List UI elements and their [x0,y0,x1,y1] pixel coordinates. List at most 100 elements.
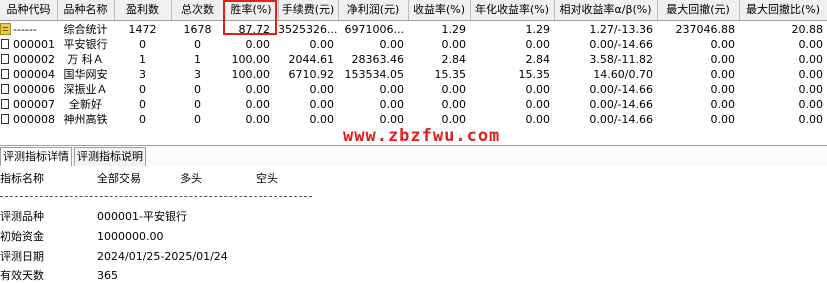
cell-relative: 3.58/-11.82 [589,53,653,66]
cell-win-rate: 0.00 [245,113,271,126]
col-relative-header[interactable]: 相对收益率α/β(%) [554,0,658,20]
tab-metric-explanation[interactable]: 评测指标说明 [74,147,146,166]
cell-relative: 14.60/0.70 [593,68,653,81]
cell-annual: 0.00 [525,113,551,126]
cell-return: 0.00 [441,38,467,51]
cell-return: 0.00 [441,83,467,96]
cell-annual: 0.00 [525,83,551,96]
col-net-header[interactable]: 净利润(元) [338,0,409,20]
cell-net: 0.00 [379,38,405,51]
cell-max-dd: 0.00 [710,38,736,51]
col-code-header[interactable]: 品种代码 [0,0,58,20]
cell-annual: 1.29 [525,23,551,36]
cell-annual: 0.00 [525,38,551,51]
cell-total: 0 [194,98,201,111]
detail-label: 评测品种 [0,210,44,223]
cell-max-dd-pct: 0.00 [798,38,824,51]
tab-metric-details[interactable]: 评测指标详情 [0,147,72,166]
cell-code: 000008 [13,113,55,126]
cell-win-rate: 100.00 [231,68,271,81]
col-return-header[interactable]: 收益率(%) [408,0,471,20]
detail-value: 2024/01/25-2025/01/24 [97,250,228,263]
cell-profit-count: 0 [139,113,146,126]
document-icon [1,99,9,109]
detail-divider [0,196,312,197]
col-fee-header[interactable]: 手续费(元) [278,0,339,20]
table-row[interactable]: 000001 平安银行 0 0 0.00 0.00 0.00 0.00 0.00… [0,37,827,52]
document-icon [1,114,9,124]
col-total-header[interactable]: 总次数 [171,0,225,20]
cell-win-rate: 0.00 [245,83,271,96]
detail-col-short: 空头 [256,172,278,185]
cell-name: 全新好 [69,98,102,111]
cell-fee: 6710.92 [288,68,335,81]
watermark-text: www.zbzfwu.com [343,126,501,146]
cell-max-dd: 0.00 [710,98,736,111]
table-row[interactable]: 000002 万 科Ａ 1 1 100.00 2044.61 28363.46 … [0,52,827,67]
detail-label: 初始资金 [0,230,44,243]
cell-return: 0.00 [441,113,467,126]
detail-label: 有效天数 [0,269,44,282]
cell-net: 0.00 [379,98,405,111]
detail-col-all-trades: 全部交易 [97,172,141,185]
cell-total: 0 [194,38,201,51]
col-annual-header[interactable]: 年化收益率(%) [470,0,555,20]
detail-tab-bar: 评测指标详情 评测指标说明 [0,145,827,166]
cell-code: 000002 [13,53,55,66]
cell-net: 153534.05 [344,68,405,81]
cell-win-rate: 0.00 [245,98,271,111]
cell-annual: 15.35 [518,68,551,81]
detail-value: 365 [97,269,118,282]
cell-fee: 0.00 [309,113,335,126]
table-row[interactable]: 000006 深振业Ａ 0 0 0.00 0.00 0.00 0.00 0.00… [0,82,827,97]
table-row[interactable]: 000004 国华网安 3 3 100.00 6710.92 153534.05… [0,67,827,82]
cell-fee: 2044.61 [288,53,335,66]
cell-net: 6971006... [344,23,404,36]
table-row[interactable]: ------ 综合统计 1472 1678 87.72 3525326... 6… [0,22,827,37]
cell-return: 1.29 [441,23,467,36]
cell-total: 1 [194,53,201,66]
cell-net: 0.00 [379,113,405,126]
detail-col-metric-name: 指标名称 [0,172,44,185]
cell-total: 0 [194,113,201,126]
cell-win-rate: 0.00 [245,38,271,51]
table-row[interactable]: 000007 全新好 0 0 0.00 0.00 0.00 0.00 0.00 … [0,97,827,112]
cell-net: 28363.46 [351,53,405,66]
detail-col-long: 多头 [180,172,202,185]
col-max-dd-header[interactable]: 最大回撤(元) [657,0,740,20]
cell-profit-count: 0 [139,38,146,51]
cell-code: ------ [13,23,37,36]
cell-total: 3 [194,68,201,81]
cell-fee: 0.00 [309,83,335,96]
cell-max-dd: 0.00 [710,68,736,81]
cell-relative: 0.00/-14.66 [589,38,653,51]
cell-return: 0.00 [441,98,467,111]
cell-code: 000001 [13,38,55,51]
col-name-header[interactable]: 品种名称 [57,0,115,20]
cell-profit-count: 0 [139,98,146,111]
table-row[interactable]: 000008 神州高铁 0 0 0.00 0.00 0.00 0.00 0.00… [0,112,827,127]
document-icon [1,84,9,94]
col-profit-count-header[interactable]: 盈利数 [114,0,172,20]
detail-value: 000001-平安银行 [97,210,187,223]
document-icon [1,54,9,64]
cell-max-dd: 0.00 [710,113,736,126]
cell-name: 综合统计 [63,23,108,36]
cell-code: 000006 [13,83,55,96]
col-max-dd-pct-header[interactable]: 最大回撤比(%) [739,0,827,20]
cell-return: 15.35 [434,68,467,81]
document-icon [1,69,9,79]
cell-code: 000004 [13,68,55,81]
cell-max-dd-pct: 0.00 [798,113,824,126]
cell-profit-count: 3 [139,68,146,81]
cell-fee: 0.00 [309,38,335,51]
cell-total: 0 [194,83,201,96]
cell-max-dd-pct: 0.00 [798,53,824,66]
cell-net: 0.00 [379,83,405,96]
cell-max-dd-pct: 0.00 [798,68,824,81]
win-rate-highlight-box [223,0,277,35]
cell-annual: 2.84 [525,53,551,66]
cell-relative: 0.00/-14.66 [589,113,653,126]
cell-fee: 3525326... [278,23,338,36]
cell-profit-count: 1 [139,53,146,66]
